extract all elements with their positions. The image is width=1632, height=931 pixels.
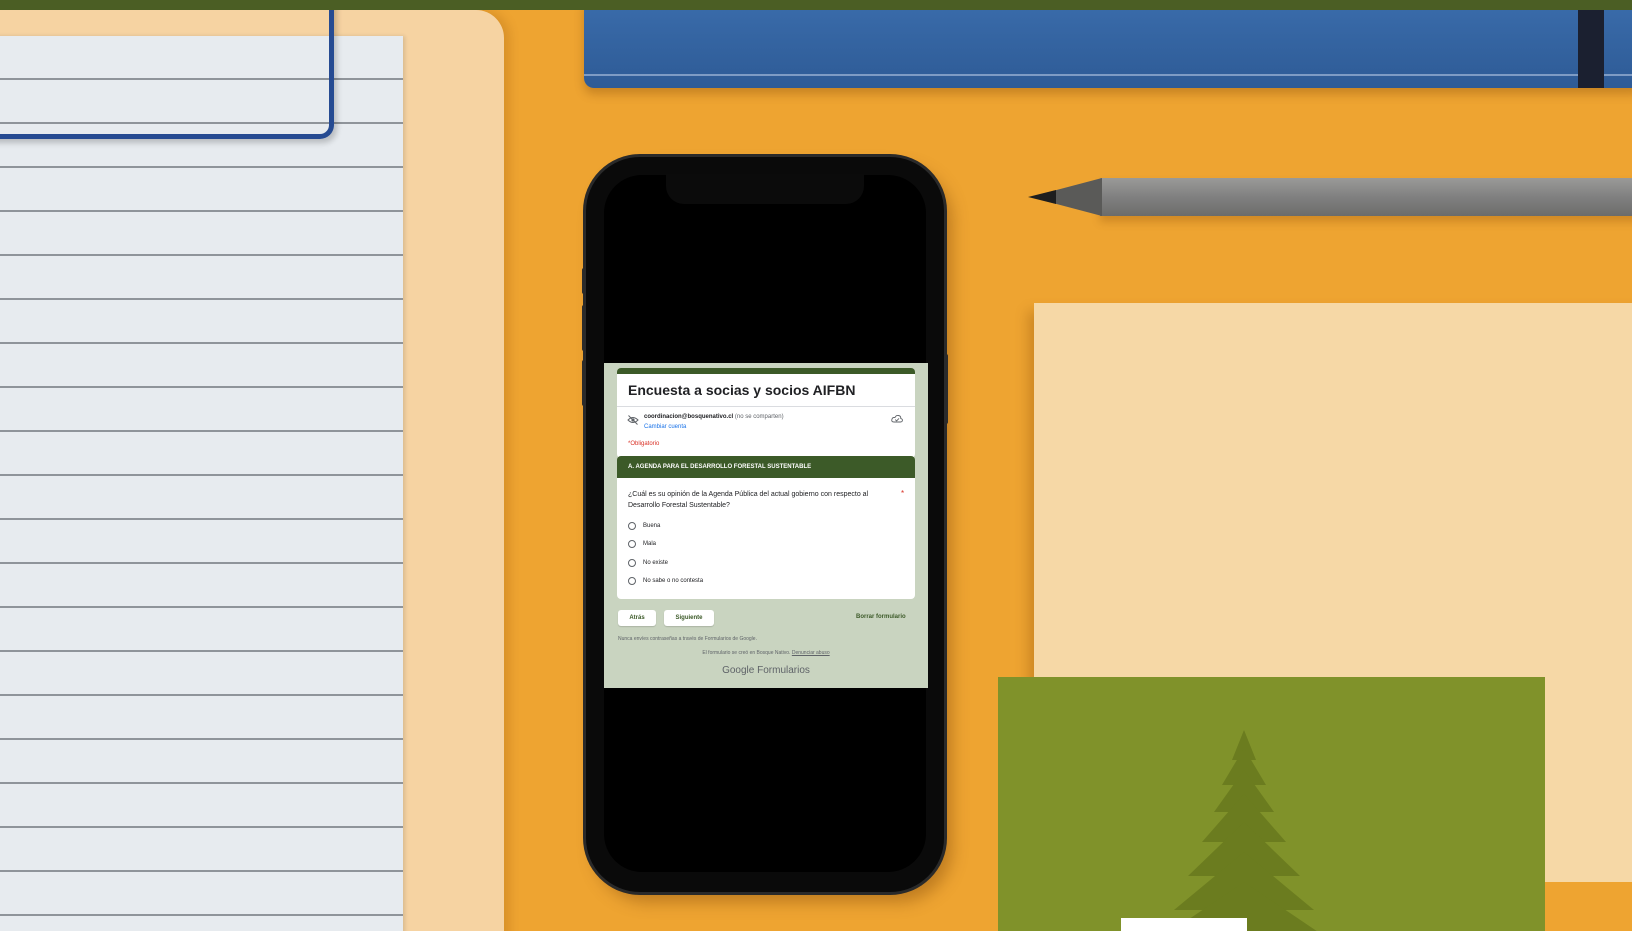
form-origin: El formulario se creó en Bosque Nativo. … (604, 650, 928, 656)
form-title: Encuesta a socias y socios AIFBN (628, 382, 856, 398)
google-forms-logo: Google Formularios (722, 665, 810, 676)
cloud-saved-icon (891, 414, 903, 423)
option-label: No existe (643, 560, 669, 566)
volume-down-button (582, 305, 586, 351)
form-header-card: Encuesta a socias y socios AIFBN coordin… (617, 368, 915, 458)
option-label: No sabe o no contesta (643, 578, 704, 584)
clipboard (0, 10, 504, 931)
radio-button[interactable] (628, 540, 636, 548)
radio-button[interactable] (628, 577, 636, 585)
question-card: ¿Cuál es su opinión de la Agenda Pública… (617, 478, 915, 599)
power-button (944, 354, 948, 424)
desk-corner (1545, 882, 1632, 931)
option-mala[interactable]: Mala (628, 538, 656, 550)
account-email-text: coordinacion@bosquenativo.cl (644, 414, 734, 420)
clipboard-clip (0, 0, 334, 139)
top-band (0, 0, 1632, 10)
account-email: coordinacion@bosquenativo.cl (no se comp… (644, 414, 784, 420)
pencil (1100, 178, 1632, 216)
radio-button[interactable] (628, 559, 636, 567)
volume-up-button (582, 268, 586, 294)
option-label: Mala (643, 541, 657, 547)
next-button[interactable]: Siguiente (664, 610, 714, 626)
notebook-elastic-band (1578, 0, 1604, 88)
password-warning: Nunca envíes contraseñas a través de For… (618, 636, 757, 642)
radio-button[interactable] (628, 522, 636, 530)
header-divider (617, 406, 915, 407)
option-no-sabe[interactable]: No sabe o no contesta (628, 575, 703, 587)
mute-switch (582, 360, 586, 406)
account-note: (no se comparten) (734, 414, 784, 420)
google-form: Encuesta a socias y socios AIFBN coordin… (604, 363, 928, 688)
question-text: ¿Cuál es su opinión de la Agenda Pública… (628, 491, 869, 509)
required-star: * (901, 489, 905, 498)
clear-form-button[interactable]: Borrar formulario (856, 614, 906, 620)
report-abuse-link[interactable]: Denunciar abuso (792, 650, 830, 656)
option-label: Buena (643, 523, 661, 529)
option-buena[interactable]: Buena (628, 520, 660, 532)
desk-scene: Encuesta a socias y socios AIFBN coordin… (0, 0, 1632, 931)
blue-notebook (584, 0, 1632, 88)
back-button[interactable]: Atrás (618, 610, 656, 626)
conifer-tree-icon (1171, 730, 1317, 931)
required-note: *Obligatorio (628, 441, 660, 447)
option-no-existe[interactable]: No existe (628, 557, 668, 569)
section-header: A. AGENDA PARA EL DESARROLLO FORESTAL SU… (617, 456, 915, 478)
switch-account-link[interactable]: Cambiar cuenta (644, 424, 686, 430)
pencil-tip (1028, 190, 1056, 204)
origin-text: El formulario se creó en Bosque Nativo. (702, 650, 791, 656)
lined-paper (0, 36, 403, 931)
eye-off-icon (627, 415, 639, 425)
white-strip (1121, 918, 1247, 931)
phone-notch (666, 174, 864, 204)
